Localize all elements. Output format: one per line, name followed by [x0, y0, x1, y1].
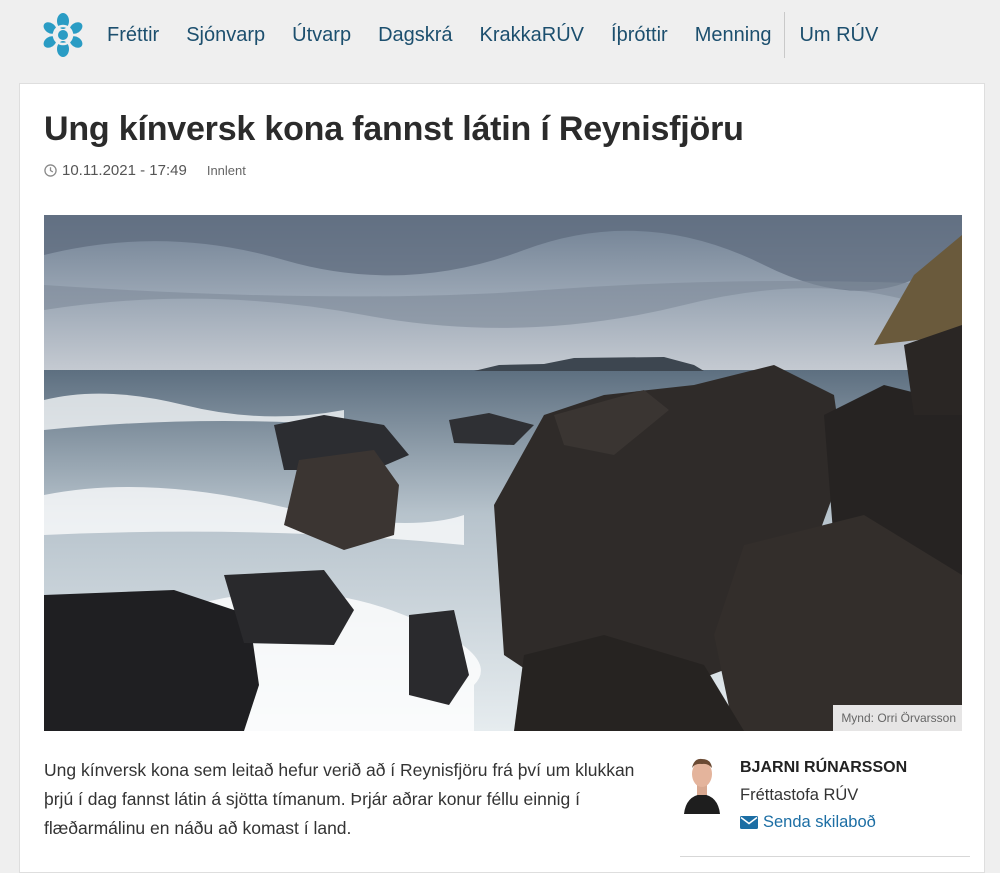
- nav-item-utvarp[interactable]: Útvarp: [292, 24, 351, 47]
- main-nav: Fréttir Sjónvarp Útvarp Dagskrá KrakkaRÚ…: [107, 0, 905, 70]
- top-navigation-bar: Fréttir Sjónvarp Útvarp Dagskrá KrakkaRÚ…: [0, 0, 1000, 70]
- nav-divider: [784, 12, 786, 58]
- article-title: Ung kínversk kona fannst látin í Reynisf…: [44, 110, 744, 148]
- article-card: Ung kínversk kona fannst látin í Reynisf…: [19, 83, 985, 873]
- article-photo: Mynd: Orri Örvarsson: [44, 215, 962, 731]
- author-name[interactable]: BJARNI RÚNARSSON: [740, 759, 907, 777]
- article-meta: 10.11.2021 - 17:49 Innlent: [44, 162, 246, 179]
- nav-item-dagskra[interactable]: Dagskrá: [378, 24, 452, 47]
- ruv-logo-icon[interactable]: [40, 12, 86, 58]
- article-lead: Ung kínversk kona sem leitað hefur verið…: [44, 760, 635, 838]
- author-box: BJARNI RÚNARSSON Fréttastofa RÚV Senda s…: [680, 752, 970, 832]
- send-message-link[interactable]: Senda skilaboð: [740, 813, 876, 832]
- envelope-icon: [740, 816, 758, 829]
- article-category[interactable]: Innlent: [207, 163, 246, 178]
- author-divider: [680, 856, 970, 857]
- send-message-label[interactable]: Senda skilaboð: [763, 813, 876, 832]
- nav-item-menning[interactable]: Menning: [695, 24, 772, 47]
- nav-item-um-ruv[interactable]: Um RÚV: [799, 24, 878, 47]
- author-organization: Fréttastofa RÚV: [740, 786, 859, 804]
- clock-icon: [44, 164, 57, 177]
- nav-item-ithrottir[interactable]: Íþróttir: [611, 24, 668, 47]
- article-date: 10.11.2021 - 17:49: [62, 162, 187, 179]
- nav-item-frettir[interactable]: Fréttir: [107, 24, 159, 47]
- photo-credit: Mynd: Orri Örvarsson: [833, 705, 962, 731]
- beach-rocks-image: [44, 215, 962, 731]
- nav-item-sjonvarp[interactable]: Sjónvarp: [186, 24, 265, 47]
- nav-item-krakkaruv[interactable]: KrakkaRÚV: [480, 24, 584, 47]
- author-avatar: [680, 754, 724, 814]
